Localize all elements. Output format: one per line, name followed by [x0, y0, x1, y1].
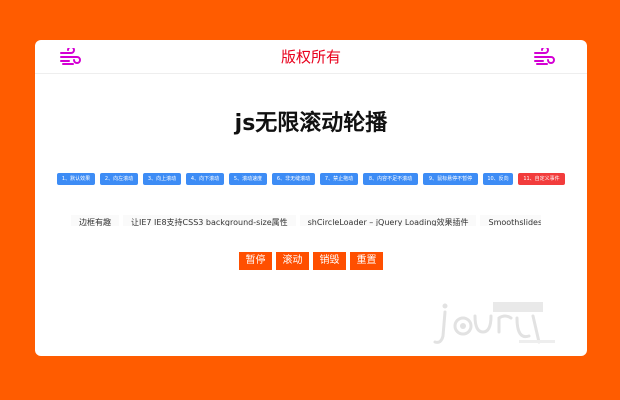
demo-button-down[interactable]: 4、向下滚动 [186, 173, 224, 185]
card-header: 版权所有 [35, 40, 587, 74]
demo-button-no-drag[interactable]: 7、禁止拖动 [320, 173, 358, 185]
wind-icon [534, 48, 555, 65]
destroy-button[interactable]: 销毁 [313, 252, 346, 270]
demo-button-non-seamless[interactable]: 6、非无缝滚动 [272, 173, 315, 185]
demo-button-left[interactable]: 2、向左滚动 [100, 173, 138, 185]
marquee-item[interactable]: shCircleLoader – jQuery Loading效果插件 [299, 215, 477, 226]
page-title: js无限滚动轮播 [234, 111, 388, 136]
demo-button-reverse[interactable]: 10、反向 [483, 173, 513, 185]
demo-button-custom-event[interactable]: 11、自定义事件 [518, 173, 565, 185]
pause-button[interactable]: 暂停 [239, 252, 272, 270]
marquee-item[interactable]: Smoothslides – 丽 [480, 215, 541, 226]
marquee-item[interactable]: 让IE7 IE8支持CSS3 background-size属性 [123, 215, 296, 226]
reset-button[interactable]: 重置 [350, 252, 383, 270]
header-title: 版权所有 [280, 48, 341, 66]
marquee-item[interactable]: 边框有趣 [71, 215, 119, 226]
demo-button-no-scroll-short[interactable]: 8、内容不足不滚动 [363, 173, 418, 185]
demo-button-row: 1、默认效果 2、向左滚动 3、向上滚动 4、向下滚动 5、滚动速度 6、非无缝… [57, 173, 567, 185]
demo-button-up[interactable]: 3、向上滚动 [143, 173, 181, 185]
control-buttons: 暂停 滚动 销毁 重置 [35, 252, 587, 270]
jquery-plugin-library-logo [433, 302, 555, 344]
demo-button-hover-no-pause[interactable]: 9、鼠标悬停不暂停 [423, 173, 478, 185]
scroll-marquee[interactable]: 边框有趣 让IE7 IE8支持CSS3 background-size属性 shCi… [71, 210, 541, 226]
demo-button-speed[interactable]: 5、滚动速度 [229, 173, 267, 185]
demo-button-default[interactable]: 1、默认效果 [57, 173, 95, 185]
content-card: 版权所有 js无限滚动轮播 1、默认效果 2、向左滚动 3、向上滚动 4、向下滚… [35, 40, 587, 356]
marquee-track: 边框有趣 让IE7 IE8支持CSS3 background-size属性 shCi… [71, 210, 541, 226]
scroll-button[interactable]: 滚动 [276, 252, 309, 270]
